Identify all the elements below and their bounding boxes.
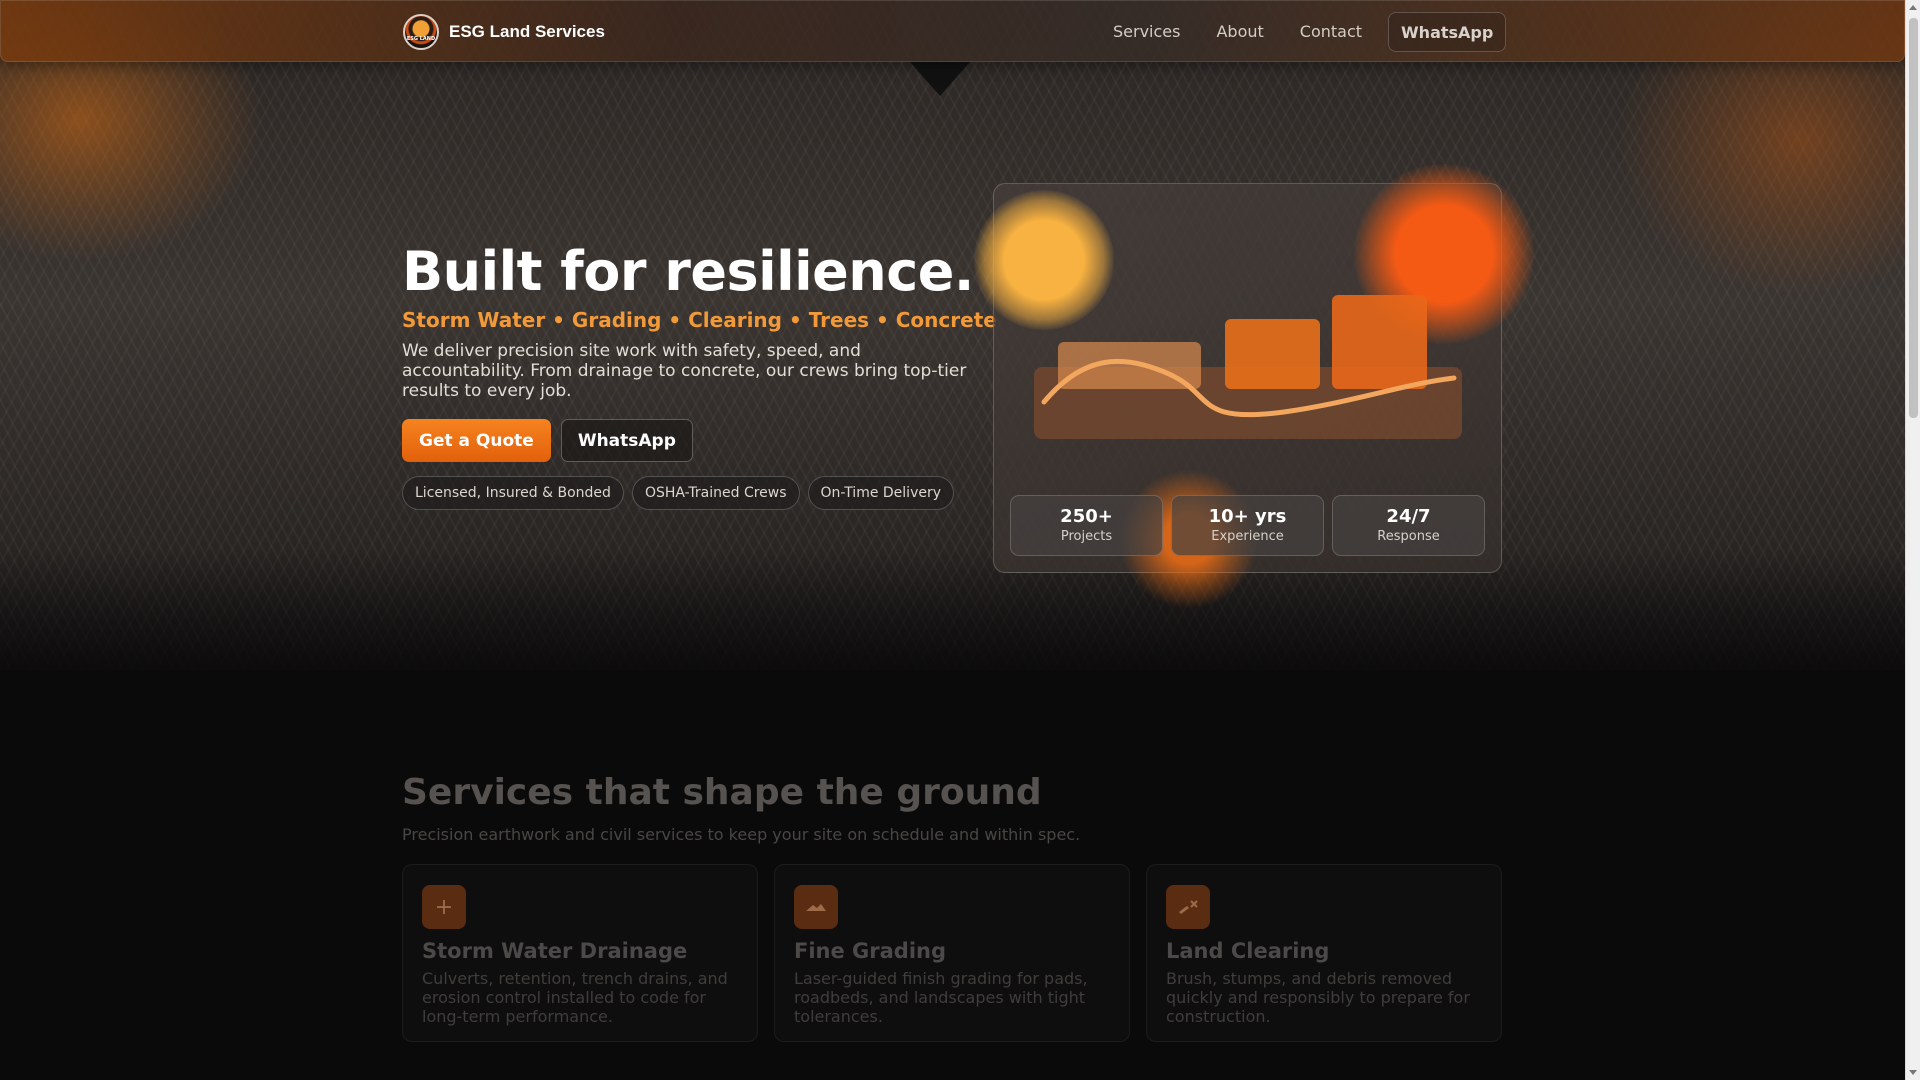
stat-projects: 250+ Projects (1010, 495, 1163, 556)
hero-title: Built for resilience. (402, 240, 974, 303)
scroll-up-arrow-icon[interactable] (1909, 5, 1917, 10)
hero-tagline: Storm Water • Grading • Clearing • Trees… (402, 308, 997, 332)
service-description: Laser-guided finish grading for pads, ro… (794, 969, 1088, 1026)
badge-osha: OSHA-Trained Crews (631, 476, 800, 510)
get-quote-button[interactable]: Get a Quote (402, 419, 551, 462)
hero-description: We deliver precision site work with safe… (402, 341, 967, 401)
stat-value: 24/7 (1386, 506, 1431, 527)
badge-licensed: Licensed, Insured & Bonded (402, 476, 624, 510)
stat-response: 24/7 Response (1332, 495, 1485, 556)
nav-link-services[interactable]: Services (1113, 22, 1180, 42)
nav-whatsapp-button[interactable]: WhatsApp (1388, 12, 1507, 52)
stat-label: Response (1377, 529, 1440, 544)
drainage-icon: + (422, 885, 466, 929)
block-high (1332, 295, 1427, 389)
stats-row: 250+ Projects 10+ yrs Experience 24/7 Re… (1010, 495, 1485, 556)
page-scrollbar[interactable] (1905, 0, 1920, 1080)
service-description: Brush, stumps, and debris removed quickl… (1166, 969, 1470, 1026)
services-title: Services that shape the ground (402, 772, 1042, 813)
stat-label: Projects (1060, 529, 1113, 544)
hero-illustration-card: 250+ Projects 10+ yrs Experience 24/7 Re… (974, 164, 1534, 609)
stat-value: 10+ yrs (1208, 506, 1287, 527)
services-grid: + Storm Water Drainage Culverts, retenti… (402, 864, 1502, 1042)
stat-experience: 10+ yrs Experience (1171, 495, 1324, 556)
block-mid (1225, 319, 1320, 389)
nav-links: Services About Contact WhatsApp (1113, 12, 1507, 52)
service-card-drainage[interactable]: + Storm Water Drainage Culverts, retenti… (402, 864, 758, 1042)
service-description: Culverts, retention, trench drains, and … (422, 969, 728, 1026)
trust-badges: Licensed, Insured & Bonded OSHA-Trained … (402, 476, 955, 510)
service-card-clearing[interactable]: Land Clearing Brush, stumps, and debris … (1146, 864, 1502, 1042)
site-work-illustration (1034, 295, 1462, 439)
scroll-down-arrow-icon[interactable] (1909, 1070, 1917, 1075)
company-logo: ESG LAND (403, 14, 439, 50)
brand[interactable]: ESG LAND ESG Land Services (403, 14, 605, 50)
service-title: Storm Water Drainage (422, 939, 688, 963)
hero-whatsapp-button[interactable]: WhatsApp (560, 419, 693, 462)
service-title: Land Clearing (1166, 939, 1330, 963)
service-title: Fine Grading (794, 939, 947, 963)
clearing-icon (1166, 885, 1210, 929)
hero-actions: Get a Quote WhatsApp (402, 419, 693, 462)
scroll-thumb[interactable] (1909, 18, 1918, 418)
nav-link-contact[interactable]: Contact (1300, 22, 1362, 42)
nav-link-about[interactable]: About (1216, 22, 1263, 42)
grading-icon (794, 885, 838, 929)
hero-background (0, 0, 1905, 670)
brand-name: ESG Land Services (449, 22, 605, 41)
top-navbar: ESG LAND ESG Land Services Services Abou… (0, 0, 1905, 62)
badge-on-time: On-Time Delivery (807, 476, 955, 510)
services-subtitle: Precision earthwork and civil services t… (402, 825, 1081, 844)
service-card-grading[interactable]: Fine Grading Laser-guided finish grading… (774, 864, 1130, 1042)
stat-label: Experience (1211, 529, 1284, 544)
stat-value: 250+ (1060, 506, 1113, 527)
